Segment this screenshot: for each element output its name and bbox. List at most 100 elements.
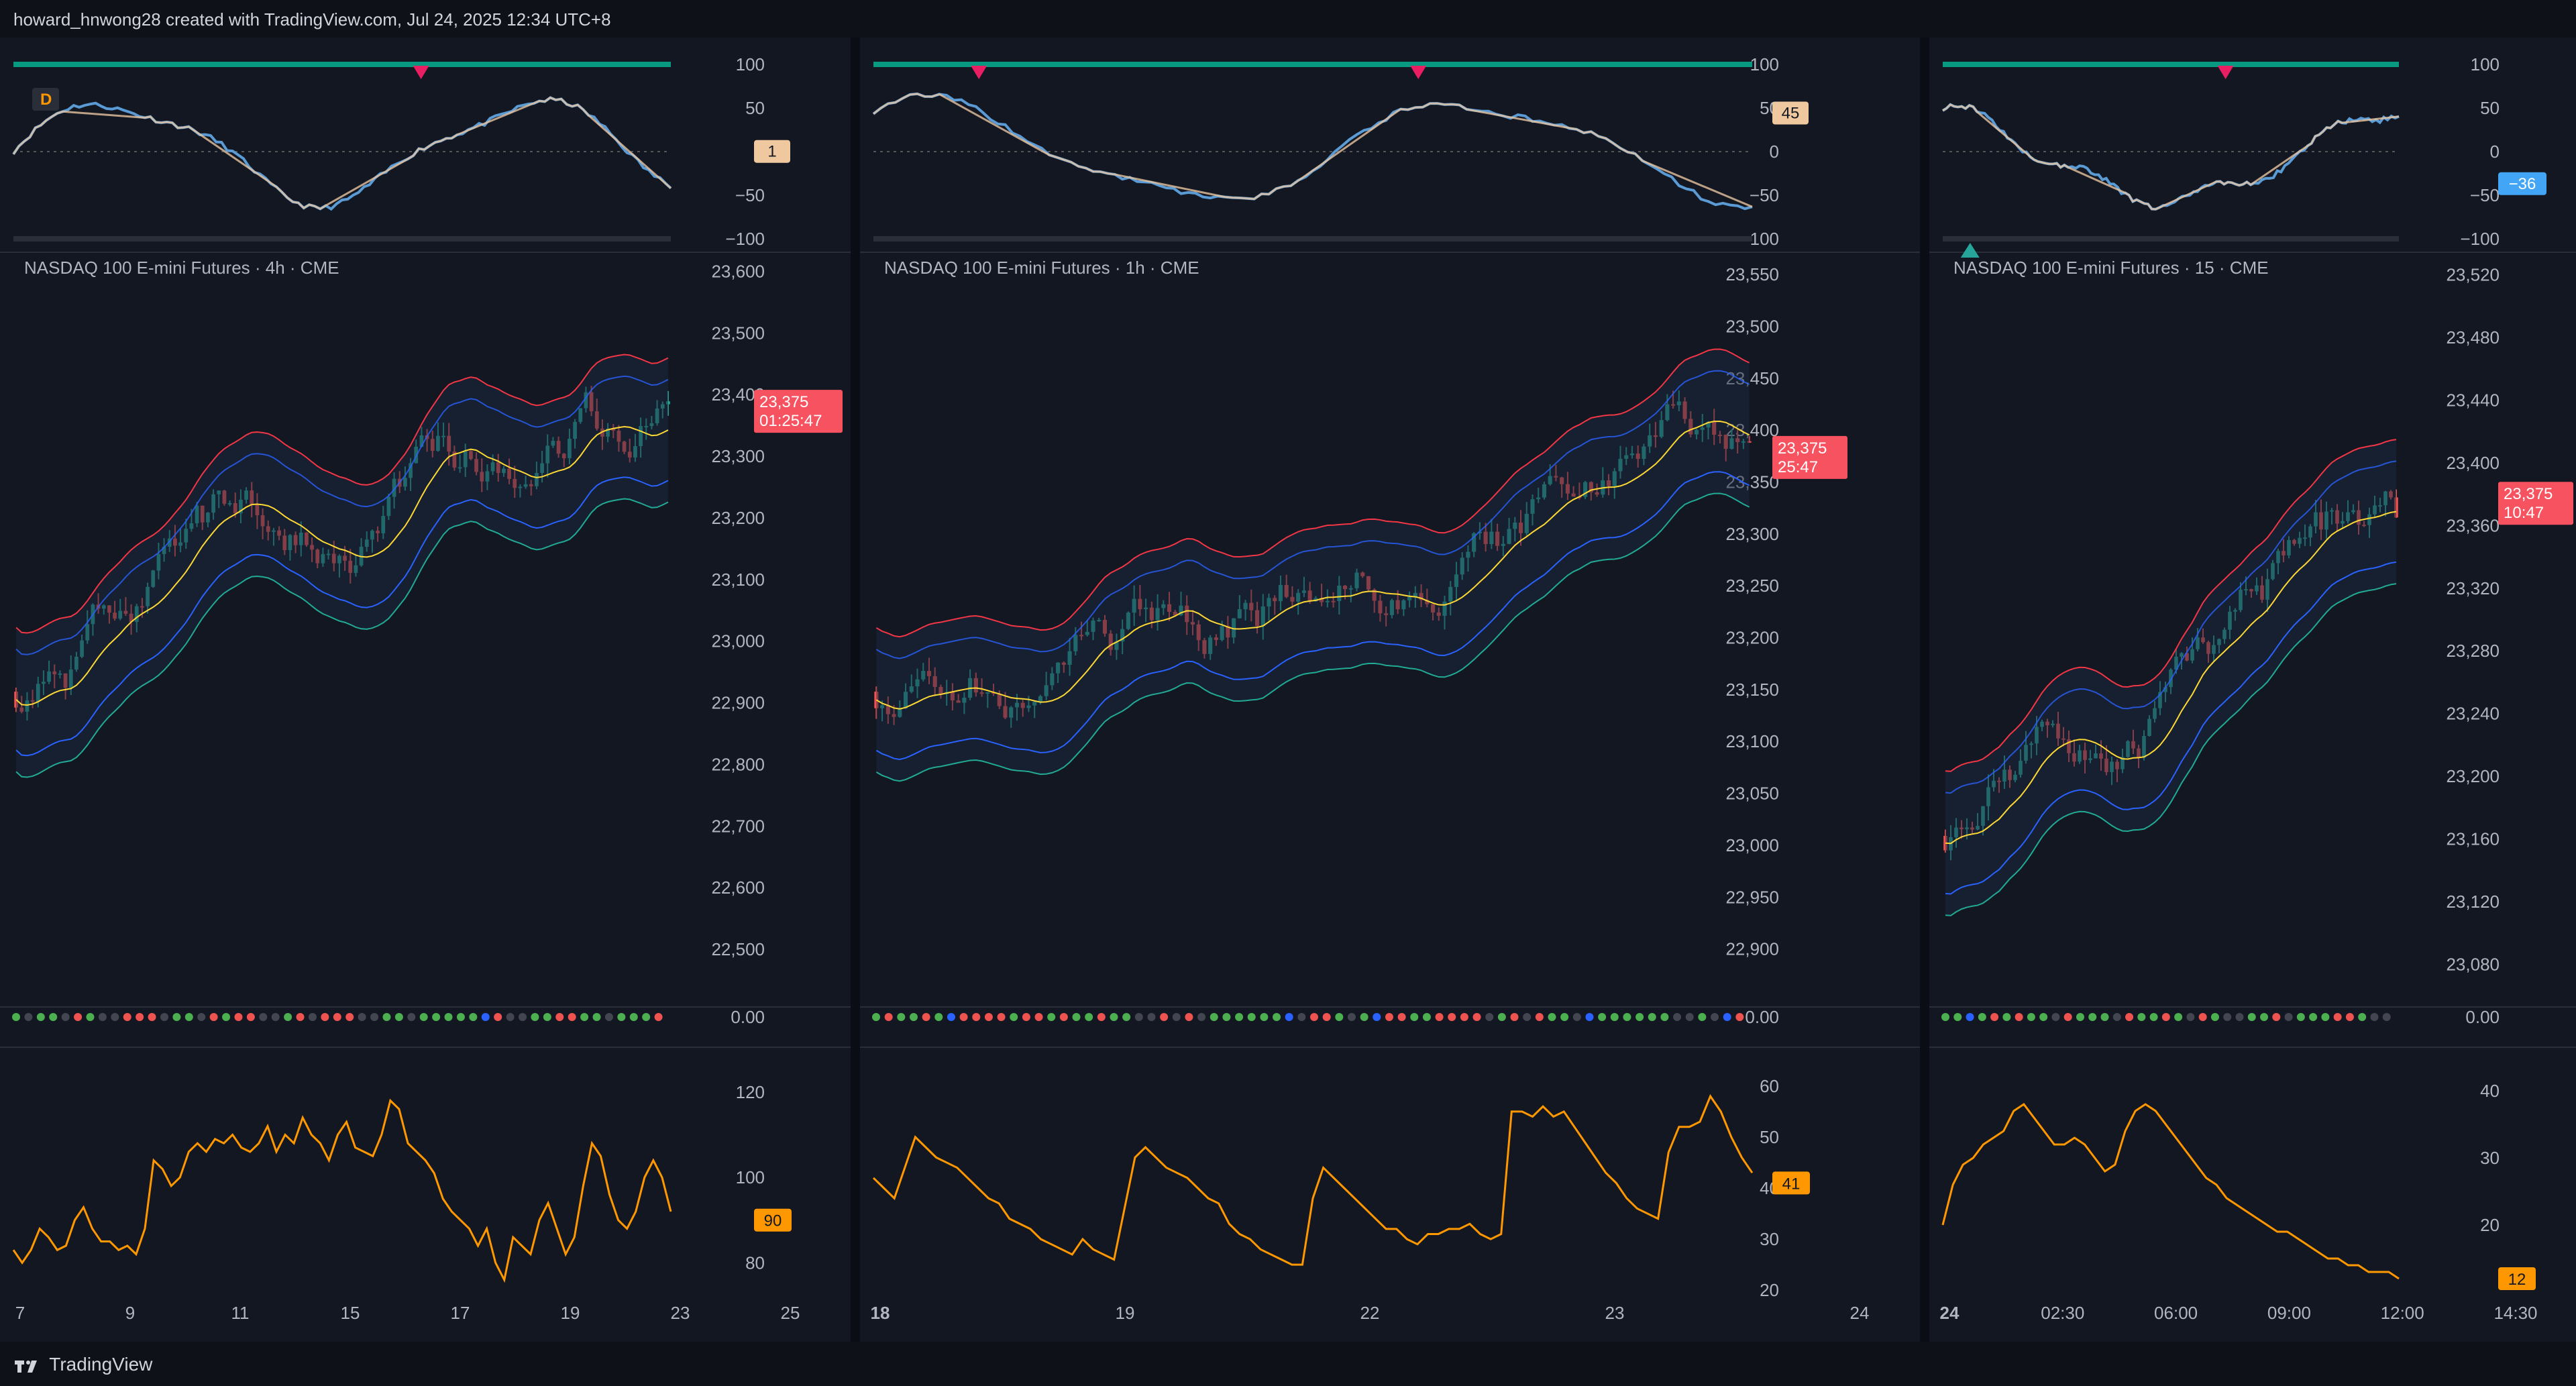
price-axis-label: 23,520 — [2446, 264, 2500, 284]
signal-dot — [1034, 1013, 1043, 1021]
chart-header: howard_hnwong28 created with TradingView… — [0, 0, 2576, 38]
signal-dot — [617, 1013, 626, 1021]
x-axis-label: 9 — [125, 1303, 135, 1323]
signal-dot — [1397, 1013, 1406, 1021]
signal-dot — [74, 1013, 83, 1021]
signal-dot — [1310, 1013, 1318, 1021]
countdown-label: 01:25:47 — [759, 412, 822, 430]
signal-dot — [1097, 1013, 1106, 1021]
signal-dot — [1160, 1013, 1169, 1021]
signal-dot — [456, 1013, 465, 1021]
signal-dot — [1460, 1013, 1468, 1021]
signal-dot — [1273, 1013, 1281, 1021]
osc-axis-label: 100 — [1750, 54, 1779, 74]
signal-dot — [259, 1013, 268, 1021]
price-axis-label: 23,050 — [1725, 784, 1779, 804]
signal-dot — [2112, 1013, 2121, 1021]
osc-sell-marker — [971, 66, 987, 79]
dots-value-label: 0.00 — [2465, 1007, 2500, 1027]
price-axis-label: 23,280 — [2446, 641, 2500, 661]
signal-dot — [308, 1013, 317, 1021]
signal-dot — [1623, 1013, 1631, 1021]
current-price-label: 23,375 — [759, 393, 808, 411]
signal-dot — [432, 1013, 441, 1021]
signal-dot — [24, 1013, 33, 1021]
signal-dot — [1941, 1013, 1949, 1021]
signal-dot — [111, 1013, 119, 1021]
signal-dot — [531, 1013, 539, 1021]
x-axis-label: 17 — [451, 1303, 470, 1323]
signal-dot — [2247, 1013, 2256, 1021]
signal-dot — [1711, 1013, 1719, 1021]
x-axis-label: 09:00 — [2267, 1303, 2311, 1323]
price-axis-label: 23,440 — [2446, 390, 2500, 410]
price-axis-label: 23,250 — [1725, 576, 1779, 596]
osc-axis-label: 50 — [2480, 98, 2500, 118]
chart-panel-4h[interactable]: 100500−50−1001D23,60023,50023,40023,3002… — [0, 38, 851, 1336]
x-axis-label: 14:30 — [2493, 1303, 2537, 1323]
osc-value-label: −36 — [2509, 175, 2536, 193]
osc-axis-label: −100 — [725, 229, 765, 249]
x-axis-label: 02:30 — [2041, 1303, 2084, 1323]
signal-dot — [1347, 1013, 1356, 1021]
signal-dot — [2382, 1013, 2391, 1021]
price-axis-label: 23,080 — [2446, 955, 2500, 975]
chart-svg: 100500−50−1001D23,60023,50023,40023,3002… — [0, 54, 851, 1323]
signal-dot — [2223, 1013, 2232, 1021]
osc-wave-line-overlay — [1942, 103, 2400, 211]
x-axis-label: 12:00 — [2381, 1303, 2424, 1323]
price-axis-label: 23,360 — [2446, 515, 2500, 535]
chart-panel-1h[interactable]: 100 50 0 −50 −100 45 23,550 23,500 23,450 23,400 2… — [860, 38, 1920, 1336]
price-axis-label: 23,200 — [2446, 766, 2500, 786]
volatility-line — [12, 1098, 672, 1283]
price-axis-label: 22,800 — [711, 754, 765, 774]
osc-axis-label: −50 — [735, 185, 765, 205]
x-axis-label: 11 — [231, 1303, 250, 1323]
signal-dot — [1610, 1013, 1619, 1021]
osc-wave-line-overlay — [12, 96, 672, 211]
signal-dot — [49, 1013, 58, 1021]
vol-axis-label: 20 — [2480, 1215, 2500, 1235]
vol-axis-label: 40 — [2480, 1081, 2500, 1101]
signal-dot — [580, 1013, 589, 1021]
osc-lower-band — [13, 236, 671, 242]
price-axis-label: 23,320 — [2446, 578, 2500, 598]
signal-dot — [506, 1013, 515, 1021]
signal-dot — [61, 1013, 70, 1021]
signal-dot — [2174, 1013, 2183, 1021]
signal-dot — [1134, 1013, 1143, 1021]
signal-dot — [2296, 1013, 2305, 1021]
signal-dot — [2100, 1013, 2109, 1021]
x-axis-label: 7 — [15, 1303, 25, 1323]
signal-dot — [12, 1013, 20, 1021]
signal-dot — [234, 1013, 243, 1021]
chart-panel-15m[interactable]: 100 50 0 −50 −100 −36 23,520 23,480 23,440 23,400… — [1929, 38, 2576, 1336]
signal-dot — [197, 1013, 206, 1021]
price-axis-label: 23,500 — [711, 323, 765, 343]
signal-dot — [333, 1013, 341, 1021]
price-axis-label: 23,500 — [1725, 317, 1779, 337]
signal-dot — [984, 1013, 993, 1021]
signal-dot — [148, 1013, 156, 1021]
signal-dot — [2161, 1013, 2170, 1021]
chart-title: NASDAQ 100 E-mini Futures · 4h · CME — [24, 258, 339, 278]
signal-dot — [1197, 1013, 1206, 1021]
osc-upper-band — [13, 62, 671, 67]
x-axis-label: 23 — [1605, 1303, 1625, 1323]
signal-dot — [2088, 1013, 2097, 1021]
price-axis-label: 22,600 — [711, 877, 765, 898]
price-axis-label: 23,480 — [2446, 327, 2500, 348]
signal-dot — [2039, 1013, 2048, 1021]
price-axis-label: 22,950 — [1725, 887, 1779, 907]
signal-dot — [1059, 1013, 1068, 1021]
vol-axis-label: 60 — [1760, 1076, 1779, 1096]
osc-axis-label: −50 — [2470, 185, 2500, 205]
panel-divider — [851, 38, 860, 1342]
osc-axis-label: −100 — [2460, 229, 2500, 249]
signal-dot — [246, 1013, 255, 1021]
signal-dot — [1147, 1013, 1156, 1021]
signal-dot — [1247, 1013, 1256, 1021]
signal-dot — [1047, 1013, 1056, 1021]
signal-dot — [1110, 1013, 1118, 1021]
vol-axis-label: 20 — [1760, 1280, 1779, 1300]
